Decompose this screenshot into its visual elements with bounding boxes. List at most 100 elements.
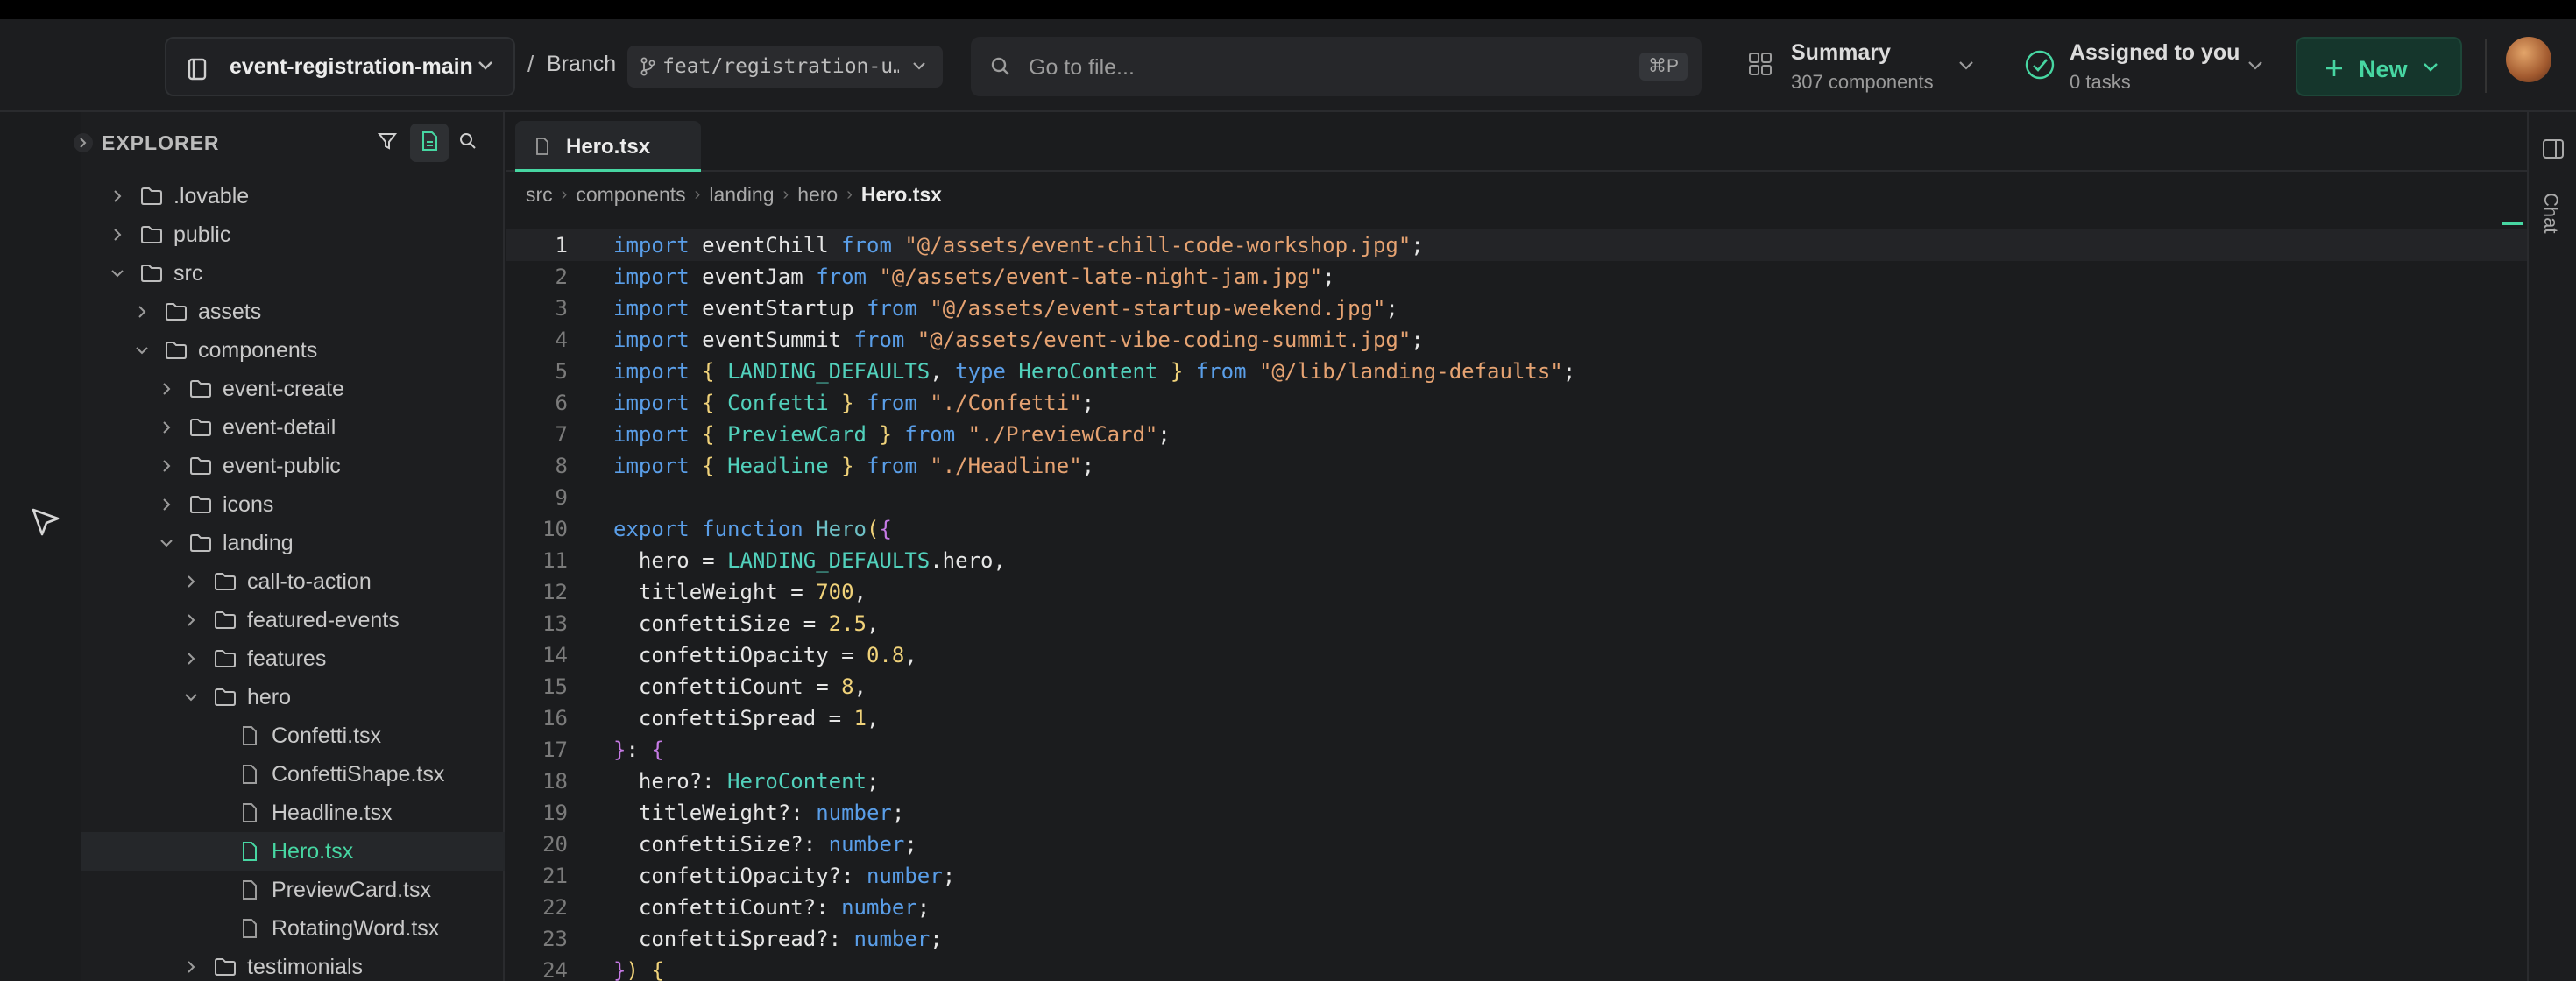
breadcrumb-separator: › xyxy=(846,184,853,204)
tree-file[interactable]: Hero.tsx xyxy=(81,832,505,871)
tree-folder[interactable]: components xyxy=(81,331,505,370)
line-number: 19 xyxy=(542,801,568,825)
code-line[interactable]: 2 import eventJam from "@/assets/event-la… xyxy=(506,261,2527,293)
tree-file[interactable]: RotatingWord.tsx xyxy=(81,909,505,948)
breadcrumb-item[interactable]: landing xyxy=(709,183,774,207)
go-to-file-search[interactable]: Go to file... ⌘P xyxy=(971,37,1702,96)
chevron-down-icon xyxy=(131,340,152,361)
tree-item-label: event-detail xyxy=(223,414,336,440)
tree-folder[interactable]: .lovable xyxy=(81,177,505,215)
chat-tab[interactable]: Chat xyxy=(2539,193,2562,233)
chevron-right-icon xyxy=(156,417,177,438)
code-text: import eventStartup from "@/assets/event… xyxy=(613,296,1398,321)
code-line[interactable]: 18 hero?: HeroContent; xyxy=(506,766,2527,797)
code-text: import eventSummit from "@/assets/event-… xyxy=(613,328,1424,352)
code-line[interactable]: 12 titleWeight = 700, xyxy=(506,576,2527,608)
right-rail: Chat xyxy=(2527,112,2576,981)
scroll-position-marker xyxy=(2502,222,2523,225)
file-icon xyxy=(238,840,261,863)
code-line[interactable]: 8 import { Headline } from "./Headline"; xyxy=(506,450,2527,482)
chevron-down-icon xyxy=(477,60,494,76)
tree-folder[interactable]: event-detail xyxy=(81,408,505,447)
code-line[interactable]: 23 confettiSpread?: number; xyxy=(506,923,2527,955)
tree-item-label: hero xyxy=(247,684,292,709)
tree-folder[interactable]: hero xyxy=(81,678,505,716)
code-line[interactable]: 3 import eventStartup from "@/assets/even… xyxy=(506,293,2527,324)
breadcrumb-item[interactable]: hero xyxy=(797,183,838,207)
tree-folder[interactable]: icons xyxy=(81,485,505,524)
branch-selector[interactable]: feat/registration-u… xyxy=(627,46,943,88)
code-line[interactable]: 13 confettiSize = 2.5, xyxy=(506,608,2527,639)
repo-selector[interactable]: event-registration-main xyxy=(165,37,515,96)
code-line[interactable]: 14 confettiOpacity = 0.8, xyxy=(506,639,2527,671)
summary-dropdown[interactable]: Summary 307 components xyxy=(1747,40,1984,100)
tree-folder[interactable]: testimonials xyxy=(81,948,505,981)
tree-item-label: ConfettiShape.tsx xyxy=(272,761,445,787)
branch-name: feat/registration-u… xyxy=(662,55,899,78)
breadcrumb-separator: › xyxy=(694,184,701,204)
chevron-right-icon xyxy=(180,571,202,592)
assigned-dropdown[interactable]: Assigned to you 0 tasks xyxy=(2024,40,2269,100)
explorer-search-button[interactable] xyxy=(449,124,487,162)
tree-folder[interactable]: event-create xyxy=(81,370,505,408)
code-text: export function Hero({ xyxy=(613,517,892,541)
chevron-down-icon xyxy=(2422,61,2439,78)
tree-item-label: Hero.tsx xyxy=(272,838,354,864)
tree-folder[interactable]: landing xyxy=(81,524,505,562)
tree-folder[interactable]: assets xyxy=(81,293,505,331)
new-button[interactable]: New xyxy=(2296,37,2462,96)
code-text: hero?: HeroContent; xyxy=(613,769,880,794)
code-line[interactable]: 11 hero = LANDING_DEFAULTS.hero, xyxy=(506,545,2527,576)
tree-folder[interactable]: features xyxy=(81,639,505,678)
new-button-label: New xyxy=(2359,56,2408,82)
panel-toggle-icon[interactable] xyxy=(2541,137,2565,166)
tree-folder[interactable]: public xyxy=(81,215,505,254)
code-line[interactable]: 21 confettiOpacity?: number; xyxy=(506,860,2527,892)
avatar[interactable] xyxy=(2506,37,2551,82)
line-number: 3 xyxy=(555,296,568,321)
code-line[interactable]: 6 import { Confetti } from "./Confetti"; xyxy=(506,387,2527,419)
code-line[interactable]: 7 import { PreviewCard } from "./PreviewC… xyxy=(506,419,2527,450)
code-line[interactable]: 1 import eventChill from "@/assets/event-… xyxy=(506,229,2527,261)
code-text: import { PreviewCard } from "./PreviewCa… xyxy=(613,422,1171,447)
cursor-pointer-icon[interactable] xyxy=(30,506,61,542)
tree-file[interactable]: PreviewCard.tsx xyxy=(81,871,505,909)
tree-folder[interactable]: src xyxy=(81,254,505,293)
code-text: confettiSpread?: number; xyxy=(613,927,943,951)
file-view-button[interactable] xyxy=(410,124,449,162)
tree-file[interactable]: ConfettiShape.tsx xyxy=(81,755,505,794)
code-line[interactable]: 22 confettiCount?: number; xyxy=(506,892,2527,923)
line-number: 5 xyxy=(555,359,568,384)
tree-folder[interactable]: featured-events xyxy=(81,601,505,639)
code-line[interactable]: 4 import eventSummit from "@/assets/event… xyxy=(506,324,2527,356)
code-line[interactable]: 16 confettiSpread = 1, xyxy=(506,702,2527,734)
line-number: 14 xyxy=(542,643,568,667)
code-line[interactable]: 15 confettiCount = 8, xyxy=(506,671,2527,702)
tree-file[interactable]: Confetti.tsx xyxy=(81,716,505,755)
search-placeholder: Go to file... xyxy=(1029,55,1135,80)
breadcrumb-item[interactable]: components xyxy=(576,183,685,207)
code-line[interactable]: 24}) { xyxy=(506,955,2527,981)
tree-item-label: assets xyxy=(198,299,262,324)
code-text: hero = LANDING_DEFAULTS.hero, xyxy=(613,548,1006,573)
tree-file[interactable]: Headline.tsx xyxy=(81,794,505,832)
code-line[interactable]: 17}: { xyxy=(506,734,2527,766)
chevron-right-icon xyxy=(156,378,177,399)
tree-folder[interactable]: call-to-action xyxy=(81,562,505,601)
filter-button[interactable] xyxy=(368,124,407,162)
breadcrumb-item[interactable]: src xyxy=(526,183,553,207)
code-line[interactable]: 9 xyxy=(506,482,2527,513)
tab-hero-tsx[interactable]: Hero.tsx xyxy=(515,121,701,172)
chevron-right-icon xyxy=(156,455,177,476)
code-line[interactable]: 5 import { LANDING_DEFAULTS, type HeroCon… xyxy=(506,356,2527,387)
chevron-down-icon xyxy=(911,60,927,76)
tree-folder[interactable]: event-public xyxy=(81,447,505,485)
line-number: 22 xyxy=(542,895,568,920)
code-line[interactable]: 20 confettiSize?: number; xyxy=(506,829,2527,860)
header-divider xyxy=(2485,39,2487,93)
collapse-toggle-icon[interactable] xyxy=(72,131,95,159)
breadcrumb-item[interactable]: Hero.tsx xyxy=(861,183,942,207)
code-line[interactable]: 10 export function Hero({ xyxy=(506,513,2527,545)
code-line[interactable]: 19 titleWeight?: number; xyxy=(506,797,2527,829)
code-text: confettiOpacity?: number; xyxy=(613,864,956,888)
